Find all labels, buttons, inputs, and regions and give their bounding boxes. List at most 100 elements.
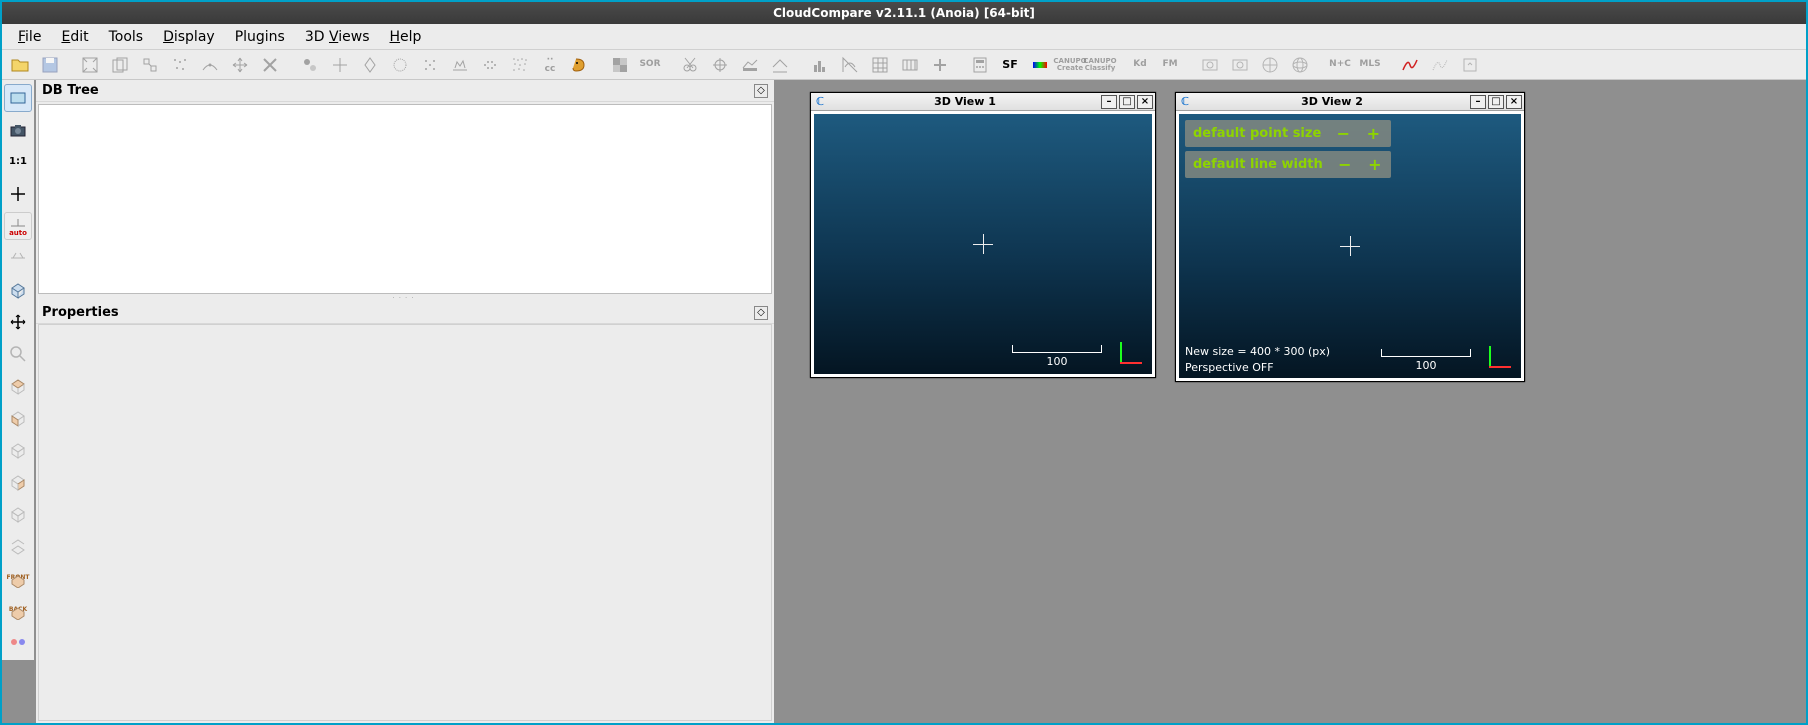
dbtree-title: DB Tree	[42, 83, 99, 98]
subsample-button[interactable]	[166, 52, 194, 78]
view1-minimize-button[interactable]: –	[1101, 95, 1117, 109]
filter-noise-button[interactable]	[606, 52, 634, 78]
properties-header: Properties ◇	[36, 302, 774, 324]
pick-center-button[interactable]	[4, 180, 32, 208]
back-view-button[interactable]	[4, 468, 32, 496]
histogram-button[interactable]	[806, 52, 834, 78]
dbtree-body[interactable]	[38, 104, 772, 294]
merge-button[interactable]	[136, 52, 164, 78]
color-scale-button[interactable]	[1026, 52, 1054, 78]
sf-arithmetic-button[interactable]	[836, 52, 864, 78]
auto-pick-center-button[interactable]: auto	[4, 212, 32, 240]
cloud-cloud-dist-button[interactable]	[416, 52, 444, 78]
tool-grid-button[interactable]	[896, 52, 924, 78]
hud-line-width: default line width − +	[1185, 151, 1391, 178]
right-view-button[interactable]	[4, 500, 32, 528]
kd-button[interactable]: Kd	[1126, 52, 1154, 78]
set-view-button[interactable]	[4, 84, 32, 112]
compute-stats-button[interactable]	[866, 52, 894, 78]
view2-close-button[interactable]: ×	[1506, 95, 1522, 109]
menu-file[interactable]: File	[8, 27, 51, 47]
menu-help[interactable]: Help	[380, 27, 432, 47]
top-view-button[interactable]	[4, 372, 32, 400]
delete-button[interactable]	[256, 52, 284, 78]
camera-button[interactable]	[4, 116, 32, 144]
dock-left: DB Tree ◇ Properties ◇	[36, 80, 774, 723]
menu-3d-views[interactable]: 3D Views	[295, 27, 380, 47]
cloud-mesh-dist-button[interactable]	[446, 52, 474, 78]
iso-view-1-button[interactable]	[4, 276, 32, 304]
align-button[interactable]	[356, 52, 384, 78]
dbtree-float-button[interactable]: ◇	[754, 84, 768, 98]
view1-viewport[interactable]: 100	[814, 114, 1152, 374]
dock-splitter[interactable]	[36, 294, 774, 302]
open-button[interactable]	[6, 52, 34, 78]
line-width-increase-button[interactable]: +	[1367, 155, 1383, 174]
bottom-view-button[interactable]	[4, 532, 32, 560]
wireframe-globe-button[interactable]	[1286, 52, 1314, 78]
move-button[interactable]	[4, 308, 32, 336]
rasterize-button[interactable]	[736, 52, 764, 78]
view2-newsize-text: New size = 400 * 300 (px)	[1185, 345, 1330, 358]
clone-button[interactable]	[106, 52, 134, 78]
point-list-picking-button[interactable]	[296, 52, 324, 78]
zoom-1-1-button[interactable]: 1:1	[4, 148, 32, 176]
cross-section-button[interactable]	[706, 52, 734, 78]
iso-view-2-button[interactable]	[4, 628, 32, 656]
add-button[interactable]	[926, 52, 954, 78]
point-size-decrease-button[interactable]: −	[1335, 124, 1351, 143]
left-view-button[interactable]	[4, 436, 32, 464]
trace-polyline-button[interactable]	[1396, 52, 1424, 78]
view1-close-button[interactable]: ×	[1137, 95, 1153, 109]
zoom-button[interactable]	[4, 340, 32, 368]
globe-button[interactable]	[1256, 52, 1284, 78]
fit-plane-button[interactable]	[766, 52, 794, 78]
canupo-train-button[interactable]: CANUPOCreate	[1056, 52, 1084, 78]
label-connected-button[interactable]: ··cc	[536, 52, 564, 78]
front-view-button[interactable]	[4, 404, 32, 432]
point-picking-button[interactable]	[326, 52, 354, 78]
point-size-increase-button[interactable]: +	[1365, 124, 1381, 143]
calculator-button[interactable]	[966, 52, 994, 78]
save-button[interactable]	[36, 52, 64, 78]
menu-edit[interactable]: Edit	[51, 27, 98, 47]
photo2-button[interactable]	[1226, 52, 1254, 78]
sample-points-button[interactable]	[506, 52, 534, 78]
plugin-animation-button[interactable]	[566, 52, 594, 78]
mls-button[interactable]: MLS	[1356, 52, 1384, 78]
view2-maximize-button[interactable]: □	[1488, 95, 1504, 109]
view2-title: 3D View 2	[1196, 95, 1468, 108]
menu-display[interactable]: Display	[153, 27, 225, 47]
fm-button[interactable]: FM	[1156, 52, 1184, 78]
export-button[interactable]	[1456, 52, 1484, 78]
sor-filter-button[interactable]: SOR	[636, 52, 664, 78]
menu-tools[interactable]: Tools	[99, 27, 154, 47]
level-button[interactable]	[4, 244, 32, 272]
named-view-back-button[interactable]: BACK	[4, 596, 32, 624]
cc-icon: ℂ	[1178, 95, 1192, 109]
properties-body[interactable]	[38, 324, 772, 721]
crop-button[interactable]	[676, 52, 704, 78]
surface-button[interactable]	[1426, 52, 1454, 78]
named-view-front-button[interactable]: FRONT	[4, 564, 32, 592]
line-width-decrease-button[interactable]: −	[1337, 155, 1353, 174]
view2-viewport[interactable]: default point size − + default line widt…	[1179, 114, 1521, 378]
segment-button[interactable]	[196, 52, 224, 78]
nc-button[interactable]: N+C	[1326, 52, 1354, 78]
view1-titlebar[interactable]: ℂ 3D View 1 – □ ×	[811, 93, 1155, 111]
canupo-classify-button[interactable]: CANUPOClassify	[1086, 52, 1114, 78]
view2-minimize-button[interactable]: –	[1470, 95, 1486, 109]
view1-maximize-button[interactable]: □	[1119, 95, 1135, 109]
translate-rotate-button[interactable]	[226, 52, 254, 78]
menu-plugins[interactable]: Plugins	[225, 27, 295, 47]
maximize-view-button[interactable]	[76, 52, 104, 78]
view2-titlebar[interactable]: ℂ 3D View 2 – □ ×	[1176, 93, 1524, 111]
photo1-button[interactable]	[1196, 52, 1224, 78]
primitive-factory-button[interactable]	[476, 52, 504, 78]
view1-scale: 100	[1012, 345, 1102, 368]
properties-float-button[interactable]: ◇	[754, 306, 768, 320]
register-button[interactable]	[386, 52, 414, 78]
view-toolbar: 1:1 auto FRONT BACK	[2, 80, 34, 660]
window-titlebar: CloudCompare v2.11.1 (Anoia) [64-bit]	[2, 2, 1806, 24]
sf-editor-button[interactable]: SF	[996, 52, 1024, 78]
